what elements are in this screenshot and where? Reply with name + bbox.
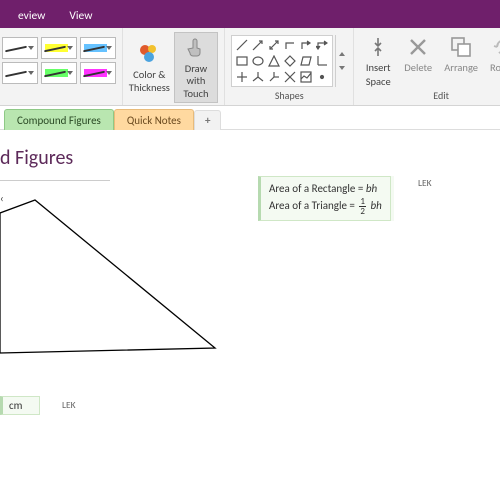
draw-touch-label1: Draw with	[179, 63, 214, 86]
pen-swatch-grid	[2, 37, 116, 84]
pen-swatch-1[interactable]	[2, 37, 38, 59]
color-thickness-button[interactable]: Color & Thickness	[129, 39, 170, 96]
group-color-thickness: Color & Thickness Draw with Touch	[123, 28, 225, 105]
ribbon-tab-view[interactable]: View	[57, 3, 104, 28]
group-shapes: Shapes	[225, 28, 354, 105]
shape-arrow-icon[interactable]	[252, 39, 264, 51]
rotate-icon	[491, 34, 500, 60]
page-title-container[interactable]: d Figures	[0, 140, 110, 181]
delete-button[interactable]: Delete	[400, 32, 436, 89]
chevron-down-icon	[339, 66, 345, 70]
rotate-button[interactable]: Rotate	[486, 32, 500, 89]
shape-axes3d-b-icon[interactable]	[268, 71, 280, 83]
shape-axes3d-icon[interactable]	[252, 71, 264, 83]
shape-diamond-icon[interactable]	[284, 55, 296, 67]
page-title: d Figures	[0, 146, 96, 170]
title-bar: eview View	[0, 0, 500, 28]
group-label-edit: Edit	[433, 89, 449, 103]
insert-space-button[interactable]: Insert Space	[360, 32, 396, 89]
arrange-icon	[448, 34, 474, 60]
delete-x-icon	[405, 34, 431, 60]
shape-parallelogram-icon[interactable]	[300, 55, 312, 67]
section-tab-strip: Compound Figures Quick Notes +	[0, 106, 500, 130]
shapes-gallery[interactable]	[231, 35, 333, 87]
shape-axes2d-icon[interactable]	[316, 55, 328, 67]
color-thickness-icon	[136, 41, 162, 67]
shape-triangle-icon[interactable]	[268, 55, 280, 67]
shape-graph-icon[interactable]	[300, 71, 312, 83]
finger-touch-icon	[183, 35, 209, 61]
arrange-label: Arrange	[444, 62, 478, 74]
color-thickness-label2: Thickness	[129, 82, 170, 94]
pen-swatch-4[interactable]	[2, 62, 38, 84]
pen-swatch-2[interactable]	[41, 37, 77, 59]
group-highlighter-pens	[0, 28, 123, 105]
group-edit: Insert Space Delete Arrange	[354, 28, 500, 105]
page-canvas[interactable]: d Figures ‹ Area of a Rectangle = bh Are…	[0, 130, 500, 500]
rotate-label: Rotate	[490, 62, 500, 74]
insert-space-icon	[365, 34, 391, 60]
shape-extra-icon[interactable]	[316, 71, 328, 83]
insert-space-l1: Insert	[366, 62, 391, 74]
section-tab-compound-figures[interactable]: Compound Figures	[4, 109, 114, 130]
author-initials-1: LEK	[418, 177, 432, 189]
cm-label: cm	[9, 399, 22, 412]
triangle-drawing[interactable]	[0, 188, 230, 362]
formula-triangle: Area of a Triangle = 12 bh	[269, 197, 382, 216]
ribbon-tab-review[interactable]: eview	[6, 3, 57, 28]
shape-axes-both-icon[interactable]	[236, 71, 248, 83]
ribbon: Color & Thickness Draw with Touch	[0, 28, 500, 106]
shape-double-arrow-icon[interactable]	[268, 39, 280, 51]
insert-space-l2: Space	[366, 76, 391, 88]
formula-rectangle: Area of a Rectangle = bh	[269, 181, 382, 197]
delete-label: Delete	[404, 62, 432, 74]
group-label-shapes: Shapes	[275, 89, 304, 103]
chevron-up-icon	[339, 52, 345, 56]
shape-more-icon[interactable]	[284, 71, 296, 83]
arrange-button[interactable]: Arrange	[440, 32, 482, 89]
draw-with-touch-button[interactable]: Draw with Touch	[174, 32, 219, 103]
author-initials-2: LEK	[62, 399, 76, 411]
section-tab-add[interactable]: +	[194, 110, 221, 130]
shape-elbow-icon[interactable]	[284, 39, 296, 51]
shape-elbow-double-icon[interactable]	[316, 39, 328, 51]
shapes-gallery-expand[interactable]	[335, 35, 347, 87]
color-thickness-label1: Color &	[133, 69, 165, 81]
section-tab-quick-notes[interactable]: Quick Notes	[114, 109, 194, 130]
shape-rect-icon[interactable]	[236, 55, 248, 67]
window-tab-strip: eview View	[6, 3, 104, 28]
shape-line-icon[interactable]	[236, 39, 248, 51]
pen-swatch-6[interactable]	[80, 62, 116, 84]
shape-elbow-arrow-icon[interactable]	[300, 39, 312, 51]
pen-swatch-3[interactable]	[80, 37, 116, 59]
formula-note[interactable]: Area of a Rectangle = bh Area of a Trian…	[258, 176, 391, 221]
pen-swatch-5[interactable]	[41, 62, 77, 84]
group-label-pens	[58, 89, 60, 103]
cm-note[interactable]: cm	[0, 396, 40, 415]
draw-touch-label2: Touch	[183, 88, 208, 100]
shape-oval-icon[interactable]	[252, 55, 264, 67]
